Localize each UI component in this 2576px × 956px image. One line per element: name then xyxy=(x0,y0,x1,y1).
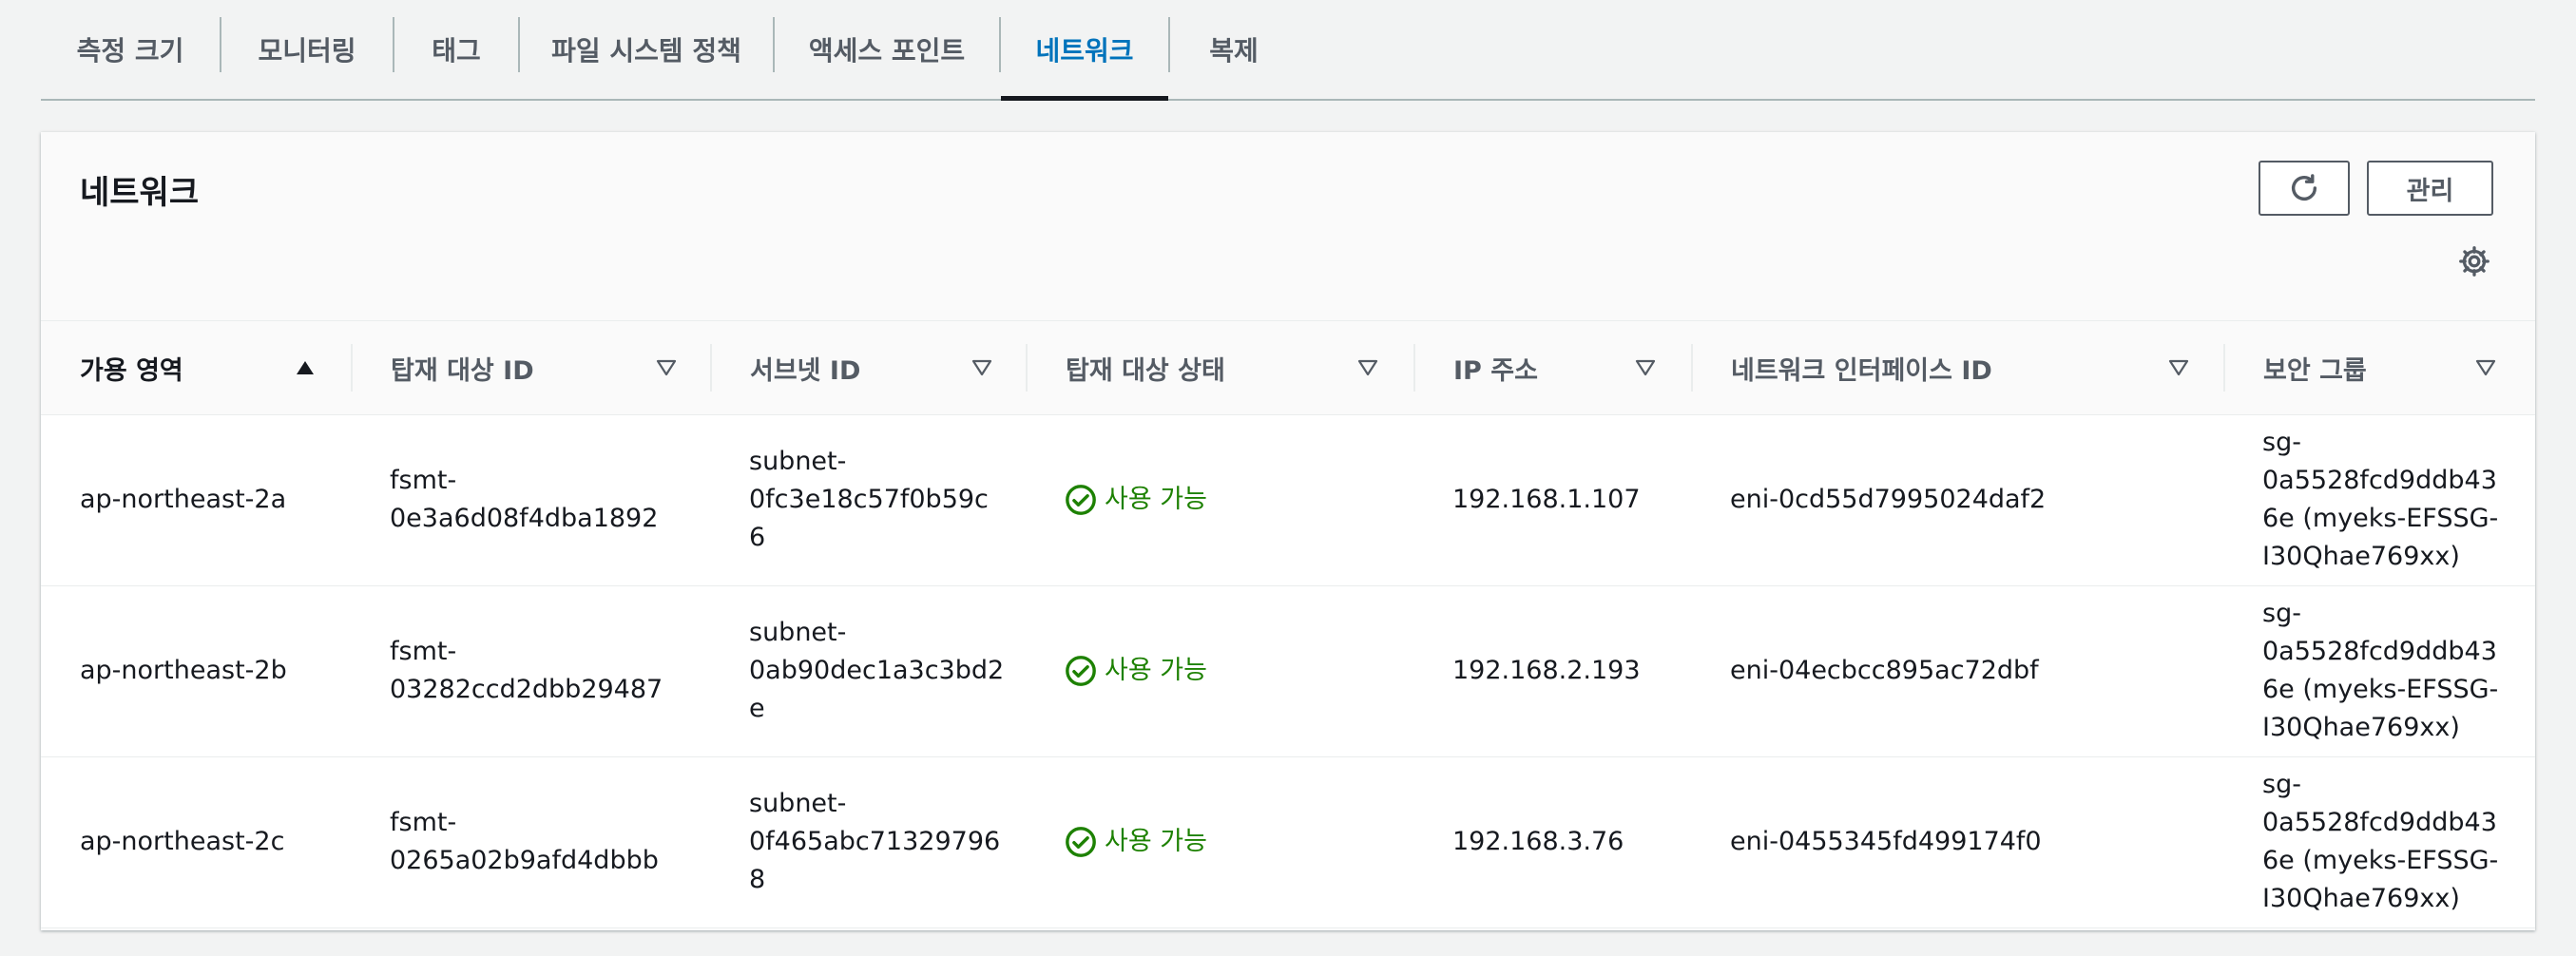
tab-bar: 측정 크기 모니터링 태그 파일 시스템 정책 액세스 포인트 네트워크 복제 xyxy=(41,0,2535,101)
manage-button[interactable]: 관리 xyxy=(2367,161,2493,216)
status-text: 사용 가능 xyxy=(1105,485,1207,514)
column-divider xyxy=(1026,344,1028,392)
tab-access-points[interactable]: 액세스 포인트 xyxy=(775,0,999,99)
tab-monitoring[interactable]: 모니터링 xyxy=(221,0,393,99)
column-header-subnet-id[interactable]: 서브넷 ID xyxy=(750,321,860,414)
cell-availability-zone: ap-northeast-2a xyxy=(80,485,287,514)
check-circle-icon xyxy=(1066,827,1096,857)
status-text: 사용 가능 xyxy=(1105,827,1207,856)
check-circle-icon xyxy=(1066,656,1096,686)
column-divider xyxy=(710,344,712,392)
network-panel: 네트워크 관리 가용 영역 탑재 대상 ID 서브넷 ID 탑재 대상 상태 I… xyxy=(41,132,2535,930)
cell-ip-address: 192.168.1.107 xyxy=(1452,485,1641,514)
sort-icon[interactable] xyxy=(656,321,677,414)
column-divider xyxy=(2223,344,2225,392)
column-divider xyxy=(351,344,353,392)
column-header-network-interface-id[interactable]: 네트워크 인터페이스 ID xyxy=(1731,321,1992,414)
cell-security-group: sg- 0a5528fcd9ddb43 6e (myeks-EFSSG- I30… xyxy=(2262,770,2499,913)
cell-subnet-id: subnet- 0f465abc71329796 8 xyxy=(749,789,1001,894)
check-circle-icon xyxy=(1066,485,1096,515)
cell-availability-zone: ap-northeast-2b xyxy=(80,656,287,685)
cell-subnet-id: subnet- 0ab90dec1a3c3bd2 e xyxy=(749,618,1005,723)
sort-icon[interactable] xyxy=(2168,321,2189,414)
cell-mount-target-id: fsmt- 03282ccd2dbb29487 xyxy=(390,637,663,704)
column-header-ip-address[interactable]: IP 주소 xyxy=(1453,321,1538,414)
cell-network-interface-id: eni-04ecbcc895ac72dbf xyxy=(1730,656,2039,685)
refresh-icon xyxy=(2291,174,2317,201)
table-row: ap-northeast-2c fsmt- 0265a02b9afd4dbbb … xyxy=(41,756,2535,928)
panel-title: 네트워크 xyxy=(80,174,200,212)
cell-mount-target-state: 사용 가능 xyxy=(1065,414,1207,585)
tab-network[interactable]: 네트워크 xyxy=(1001,0,1168,101)
column-divider xyxy=(1691,344,1693,392)
cell-security-group: sg- 0a5528fcd9ddb43 6e (myeks-EFSSG- I30… xyxy=(2262,599,2499,742)
column-header-mount-target-state[interactable]: 탑재 대상 상태 xyxy=(1066,321,1225,414)
table-row: ap-northeast-2a fsmt- 0e3a6d08f4dba1892 … xyxy=(41,414,2535,586)
cell-network-interface-id: eni-0455345fd499174f0 xyxy=(1730,827,2042,856)
cell-mount-target-id: fsmt- 0265a02b9afd4dbbb xyxy=(390,808,659,875)
sort-icon[interactable] xyxy=(2475,321,2496,414)
sort-ascending-icon[interactable] xyxy=(295,321,316,414)
cell-security-group: sg- 0a5528fcd9ddb43 6e (myeks-EFSSG- I30… xyxy=(2262,428,2499,571)
cell-mount-target-id: fsmt- 0e3a6d08f4dba1892 xyxy=(390,466,659,533)
refresh-button[interactable] xyxy=(2259,161,2350,216)
gear-icon[interactable] xyxy=(2457,244,2491,278)
tab-metrics[interactable]: 측정 크기 xyxy=(41,0,220,99)
cell-ip-address: 192.168.2.193 xyxy=(1452,656,1641,685)
tab-file-system-policy[interactable]: 파일 시스템 정책 xyxy=(520,0,773,99)
column-header-mount-target-id[interactable]: 탑재 대상 ID xyxy=(391,321,534,414)
cell-ip-address: 192.168.3.76 xyxy=(1452,827,1624,856)
panel-header: 네트워크 관리 xyxy=(41,132,2535,320)
sort-icon[interactable] xyxy=(1635,321,1656,414)
column-header-security-group[interactable]: 보안 그룹 xyxy=(2263,321,2367,414)
sort-icon[interactable] xyxy=(1357,321,1378,414)
column-header-availability-zone[interactable]: 가용 영역 xyxy=(80,321,183,414)
table-header: 가용 영역 탑재 대상 ID 서브넷 ID 탑재 대상 상태 IP 주소 네트워… xyxy=(41,320,2535,415)
tab-replication[interactable]: 복제 xyxy=(1170,0,1298,99)
status-text: 사용 가능 xyxy=(1105,656,1207,685)
cell-subnet-id: subnet- 0fc3e18c57f0b59c 6 xyxy=(749,447,989,552)
cell-mount-target-state: 사용 가능 xyxy=(1065,585,1207,756)
tab-tags[interactable]: 태그 xyxy=(394,0,518,99)
cell-network-interface-id: eni-0cd55d7995024daf2 xyxy=(1730,485,2047,514)
cell-mount-target-state: 사용 가능 xyxy=(1065,756,1207,927)
table-row: ap-northeast-2b fsmt- 03282ccd2dbb29487 … xyxy=(41,585,2535,757)
column-divider xyxy=(1413,344,1415,392)
cell-availability-zone: ap-northeast-2c xyxy=(80,827,285,856)
sort-icon[interactable] xyxy=(971,321,992,414)
